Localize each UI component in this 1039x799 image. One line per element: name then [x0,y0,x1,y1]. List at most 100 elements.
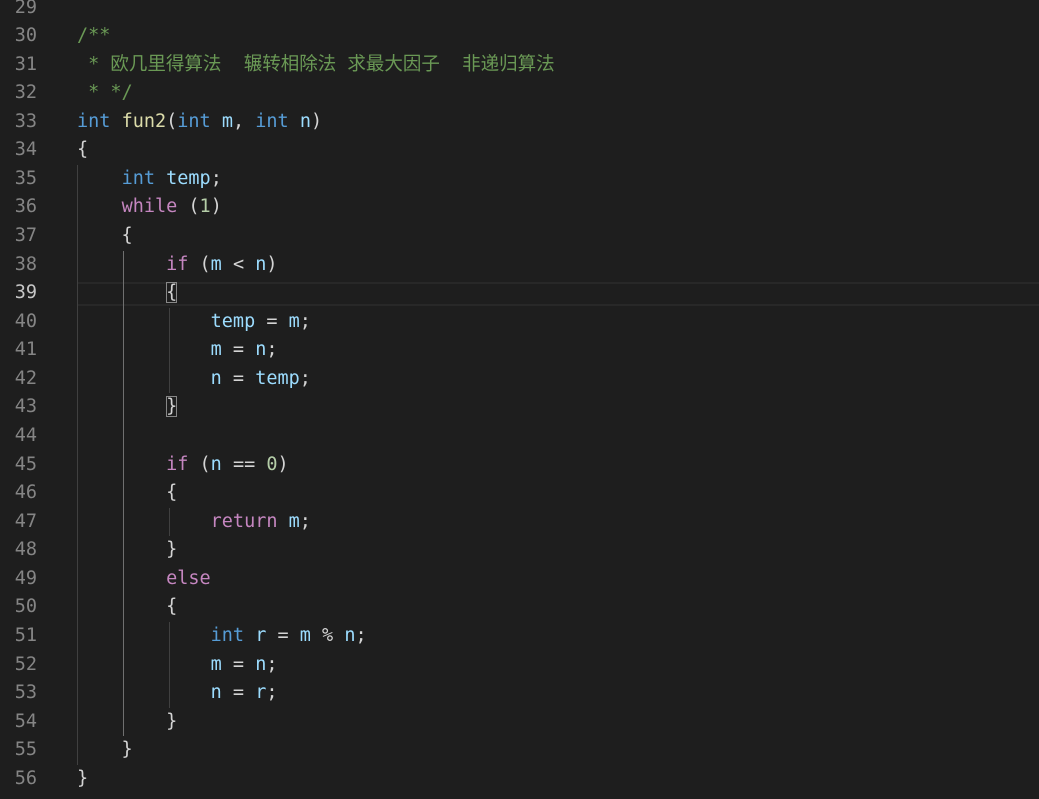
punctuation-token: { [77,225,133,247]
control-keyword-token: if [166,453,189,475]
code-line[interactable]: 50 { [0,593,1039,622]
keyword-token: int [121,167,155,189]
punctuation-token: } [77,539,178,561]
punctuation-token: , [232,110,256,132]
punctuation-token [77,196,122,217]
line-code[interactable]: if (m < n) [77,251,277,280]
code-line[interactable]: 49 else [0,565,1039,594]
line-code[interactable]: } [77,708,177,737]
line-code[interactable]: n = r; [77,679,278,708]
line-code[interactable]: n = temp; [77,365,311,394]
line-code[interactable]: { [77,279,178,308]
variable-token: temp [255,367,300,389]
punctuation-token: ; [299,310,311,332]
code-line[interactable]: 46 { [0,479,1039,508]
matched-bracket-token: } [166,396,178,418]
line-number: 33 [14,110,37,132]
code-line[interactable]: 56} [0,765,1039,794]
variable-token: m [299,625,311,647]
code-line[interactable]: 35 int temp; [0,165,1039,194]
punctuation-token: = [221,682,256,704]
punctuation-token: ; [299,367,311,389]
punctuation-token: ; [210,167,222,189]
punctuation-token: ( [166,110,178,132]
line-code[interactable]: } [77,393,178,422]
variable-token: temp [210,310,256,332]
line-code[interactable]: { [77,593,177,622]
keyword-token: int [177,110,211,132]
keyword-token: int [255,110,289,132]
punctuation-token: } [77,739,133,761]
line-code[interactable]: m = n; [77,651,278,680]
punctuation-token [77,454,166,475]
line-number: 38 [14,253,37,275]
code-line[interactable]: 29 [0,0,1039,22]
code-line[interactable]: 32 * */ [0,79,1039,108]
code-line[interactable]: 36 while (1) [0,193,1039,222]
variable-token: r [255,625,267,647]
code-line[interactable]: 39 { [0,279,1039,308]
line-code[interactable]: { [77,479,177,508]
code-line[interactable]: 45 if (n == 0) [0,451,1039,480]
line-code[interactable]: temp = m; [77,308,311,337]
punctuation-token: { [77,596,178,618]
line-code[interactable]: } [77,736,133,765]
punctuation-token: = [221,367,256,389]
line-code[interactable]: while (1) [77,193,222,222]
line-code[interactable]: return m; [77,508,311,537]
code-line[interactable]: 53 n = r; [0,679,1039,708]
line-code[interactable]: } [77,536,177,565]
code-line[interactable]: 30 /** [0,22,1039,51]
code-line[interactable]: 51 int r = m % n; [0,622,1039,651]
punctuation-token [289,111,300,132]
line-number: 56 [14,767,37,789]
code-line[interactable]: 43 } [0,393,1039,422]
code-line[interactable]: 42 n = temp; [0,365,1039,394]
variable-token: m [221,110,233,132]
punctuation-token [77,368,211,389]
line-code[interactable]: { [77,222,133,251]
punctuation-token [277,511,288,532]
code-line[interactable]: 54 } [0,708,1039,737]
punctuation-token: } [77,767,89,789]
line-code[interactable]: if (n == 0) [77,451,289,480]
line-code[interactable]: int temp; [77,165,222,194]
line-code[interactable]: * */ [77,79,133,108]
code-line[interactable]: 38 if (m < n) [0,251,1039,280]
variable-token: n [210,682,222,704]
variable-token: n [255,339,267,361]
line-number: 40 [14,310,37,332]
punctuation-token [110,111,121,132]
matched-bracket-token: { [166,282,178,304]
line-code[interactable]: int r = m % n; [77,622,367,651]
variable-token: m [210,253,222,275]
punctuation-token: ; [266,682,278,704]
function-name-token: fun2 [121,110,167,132]
code-line[interactable]: 37 { [0,222,1039,251]
punctuation-token [77,654,211,675]
code-line[interactable]: 52 m = n; [0,651,1039,680]
code-line[interactable]: 47 return m; [0,508,1039,537]
code-line[interactable]: 31 * 欧几里得算法 辗转相除法 求最大因子 非递归算法 [0,51,1039,80]
code-line[interactable]: 40 temp = m; [0,308,1039,337]
line-code[interactable]: int fun2(int m, int n) [77,108,322,137]
code-line[interactable]: 55 } [0,736,1039,765]
variable-token: n [299,110,311,132]
line-code[interactable]: m = n; [77,336,278,365]
code-line[interactable]: 41 m = n; [0,336,1039,365]
line-code[interactable]: } [77,765,88,794]
code-editor[interactable]: 29 30/** 31 * 欧几里得算法 辗转相除法 求最大因子 非递归算法 32 *… [0,0,1039,799]
punctuation-token: ; [266,653,278,675]
code-line[interactable]: 48 } [0,536,1039,565]
variable-token: m [210,339,222,361]
code-line[interactable]: 34 { [0,136,1039,165]
line-code[interactable]: else [77,565,211,594]
code-line[interactable]: 44 [0,422,1039,451]
variable-token: n [210,367,222,389]
code-line[interactable]: 33 int fun2(int m, int n) [0,108,1039,137]
variable-token: n [210,453,222,475]
line-code[interactable]: * 欧几里得算法 辗转相除法 求最大因子 非递归算法 [77,51,554,80]
line-code[interactable]: { [77,136,88,165]
punctuation-token: ; [355,625,367,647]
line-code[interactable]: /** [77,22,110,51]
